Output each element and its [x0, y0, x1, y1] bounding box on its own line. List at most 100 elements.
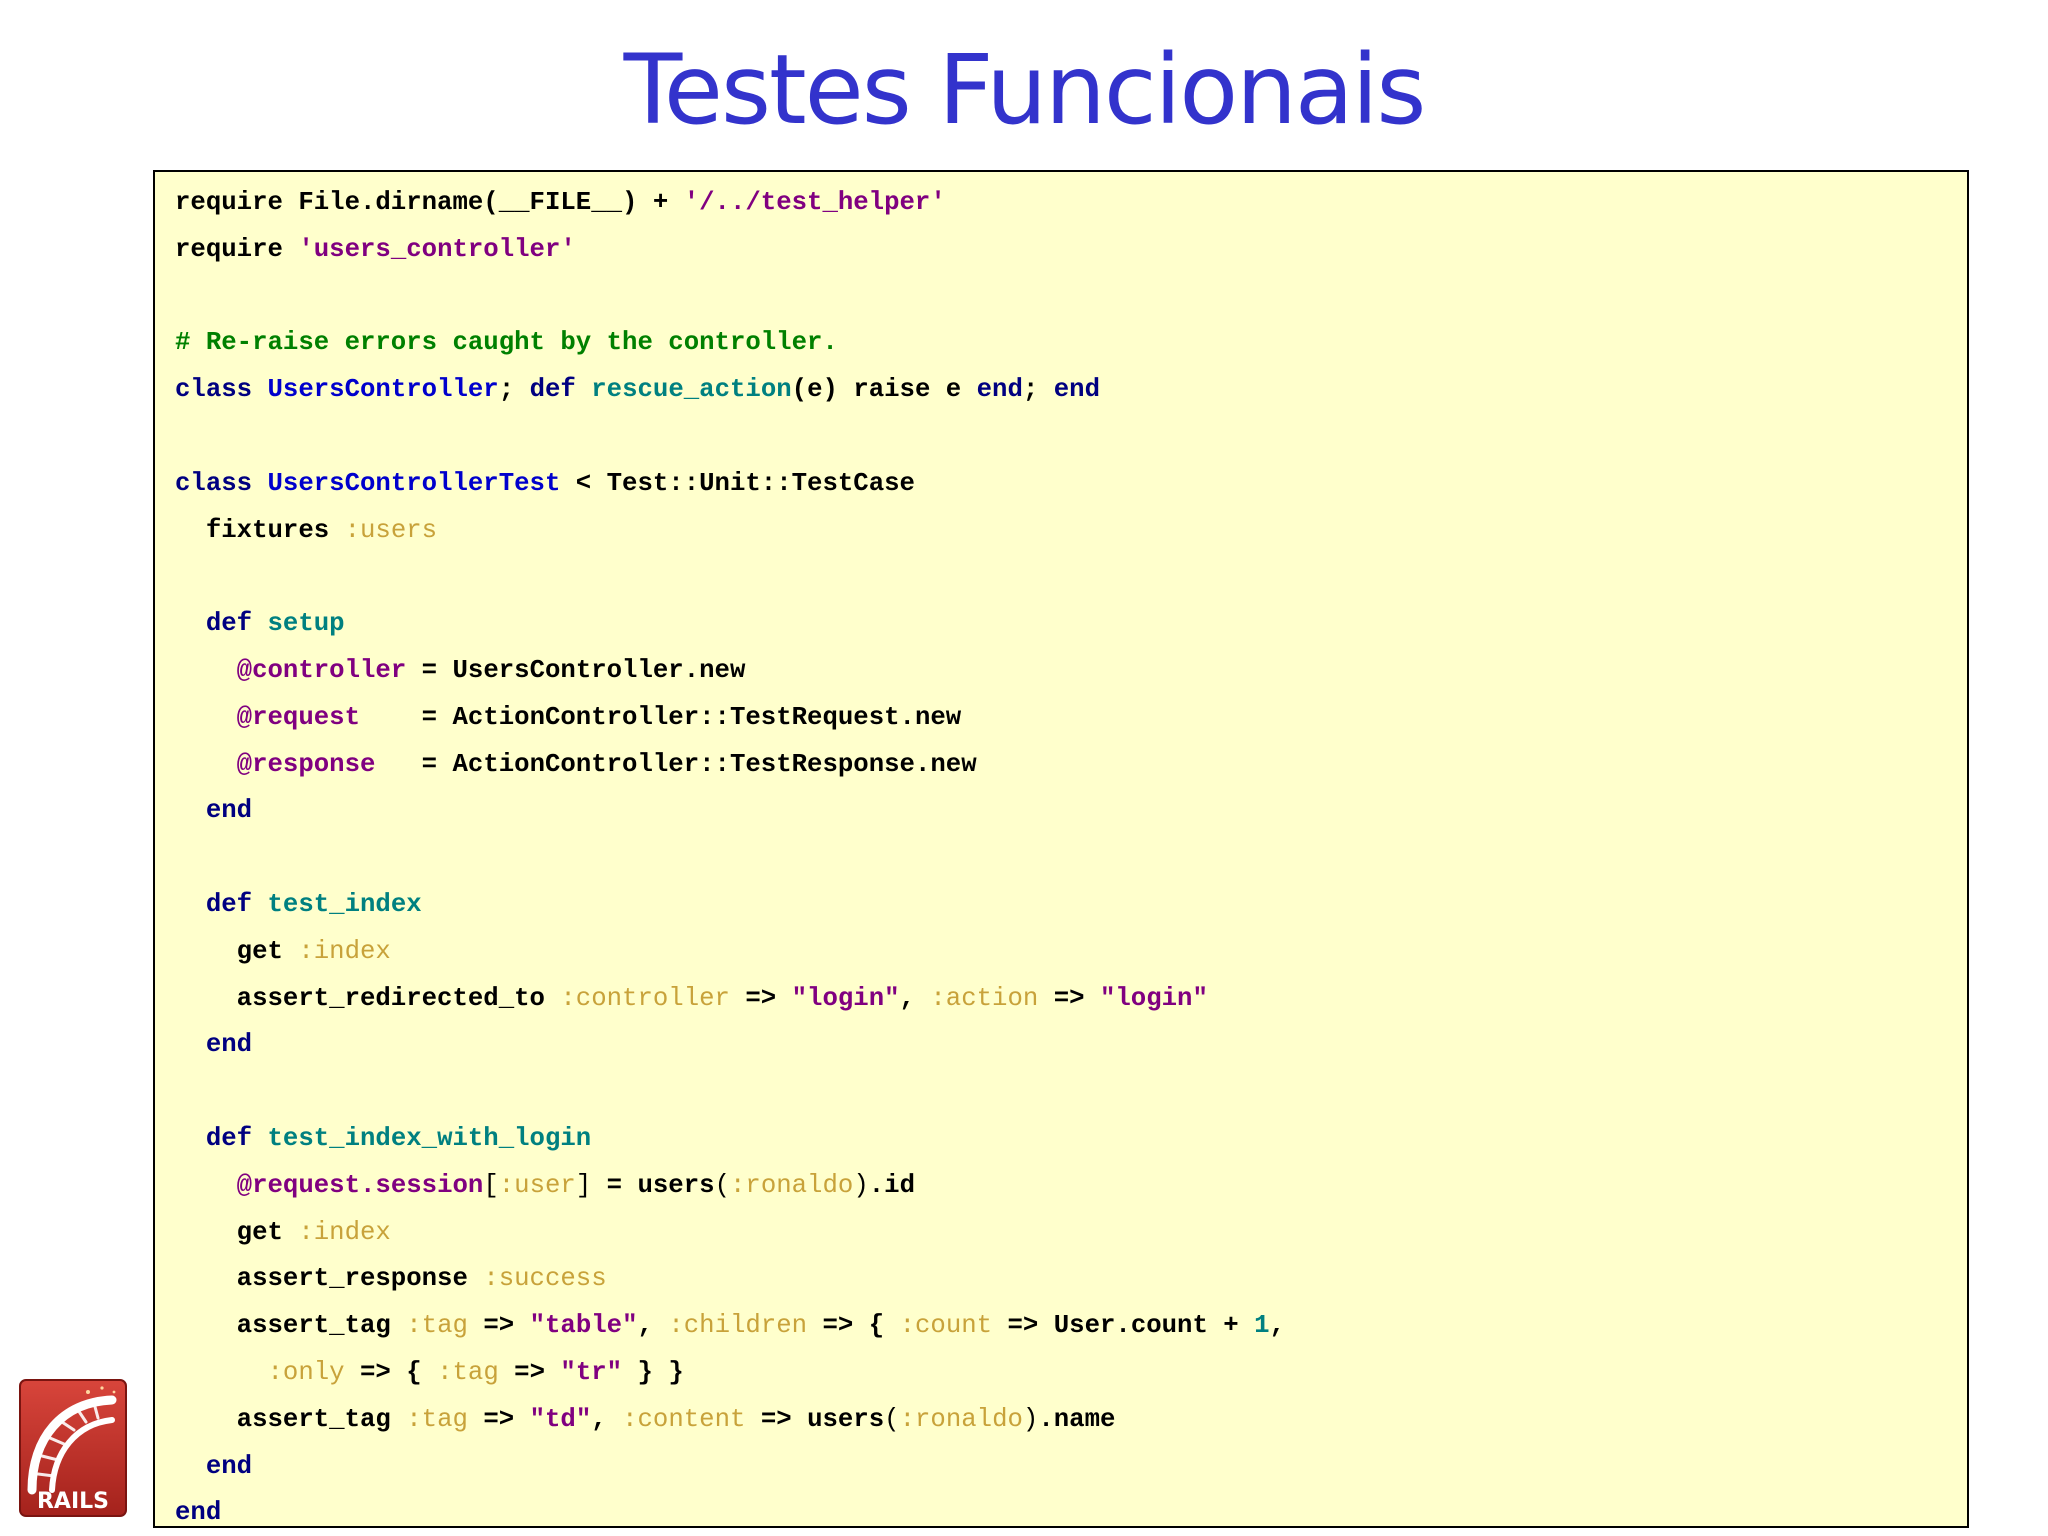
code-line: @response = ActionController::TestRespon… [175, 742, 1285, 789]
code-token-plain: , [1269, 1311, 1285, 1341]
code-token-ivar: @controller [236, 655, 407, 685]
code-token-symbol: :index [298, 936, 391, 966]
code-token-string: "tr" [560, 1357, 623, 1387]
code-token-plain: => [729, 983, 792, 1013]
code-token-plain: require File.dirname(__FILE__) + [175, 188, 684, 217]
code-line: def setup [175, 601, 1285, 648]
code-token-bracket: ( [884, 1404, 900, 1434]
code-token-plain: = users [591, 1170, 715, 1200]
code-token-string: "td" [529, 1404, 592, 1434]
code-line: @request.session[:user] = users(:ronaldo… [175, 1163, 1285, 1210]
code-line: require File.dirname(__FILE__) + '/../te… [175, 180, 1285, 227]
code-line: class UsersControllerTest < Test::Unit::… [175, 461, 1285, 508]
code-token-bracket: ] [575, 1170, 592, 1200]
code-token-symbol: :user [498, 1170, 576, 1200]
code-line: def test_index_with_login [175, 1116, 1285, 1163]
code-token-keyword: end [175, 1030, 253, 1060]
code-line: assert_response :success [175, 1256, 1285, 1303]
code-token-method: setup [267, 609, 345, 639]
code-token-plain: get [175, 936, 299, 966]
code-token-plain: < Test::Unit::TestCase [560, 468, 915, 498]
code-token-method: test_index [267, 889, 422, 919]
code-line: get :index [175, 929, 1285, 976]
code-line: @controller = UsersController.new [175, 648, 1285, 695]
code-token-keyword: class [175, 375, 268, 405]
code-token-constant: UsersControllerTest [267, 468, 561, 498]
code-token-plain: = UsersController.new [406, 655, 746, 685]
code-token-plain: .id [868, 1170, 915, 1200]
code-token-plain: => { [344, 1357, 438, 1387]
code-token-plain: => [498, 1357, 561, 1387]
code-line: end [175, 1444, 1285, 1491]
code-token-keyword: def [175, 609, 268, 639]
code-token-keyword: def [175, 1123, 268, 1153]
code-line: assert_tag :tag => "table", :children =>… [175, 1303, 1285, 1350]
code-token-keyword: class [175, 468, 268, 498]
code-line: assert_tag :tag => "td", :content => use… [175, 1397, 1285, 1444]
code-line: class UsersController; def rescue_action… [175, 367, 1285, 414]
code-token-plain: => User.count + [992, 1311, 1255, 1341]
code-token-plain: => [1038, 983, 1100, 1013]
code-line: @request = ActionController::TestRequest… [175, 695, 1285, 742]
code-line: assert_redirected_to :controller => "log… [175, 976, 1285, 1023]
rails-logo-icon: RAILS [19, 1379, 127, 1517]
code-token-ivar: @response [236, 749, 376, 779]
code-token-comment: # Re-raise errors caught by the controll… [175, 328, 838, 358]
code-token-string: '/../test_helper' [683, 188, 946, 217]
code-line: def test_index [175, 882, 1285, 929]
code-token-string: "login" [1099, 983, 1208, 1013]
code-token-ivar: @request [236, 702, 360, 732]
code-line: end [175, 1022, 1285, 1069]
code-token-plain: .name [1038, 1404, 1116, 1434]
code-token-method: test_index_with_login [267, 1123, 592, 1153]
code-token-symbol: :ronaldo [729, 1170, 854, 1200]
code-token-symbol: :tag [406, 1311, 468, 1341]
code-token-plain: => [467, 1311, 530, 1341]
code-token-plain: get [175, 1217, 299, 1247]
code-token-plain: , [591, 1404, 623, 1434]
code-token-plain: , [637, 1311, 669, 1341]
code-line: end [175, 1490, 1285, 1526]
code-token-symbol: :only [267, 1357, 345, 1387]
code-token-symbol: :count [899, 1311, 993, 1341]
code-token-bracket: [ [483, 1170, 499, 1200]
code-line: end [175, 788, 1285, 835]
code-token-symbol: :ronaldo [899, 1404, 1023, 1434]
code-token-bracket: ) [1022, 1404, 1039, 1434]
code-token-symbol: :tag [437, 1357, 499, 1387]
code-token-plain: assert_tag [175, 1311, 407, 1341]
code-token-method: rescue_action [591, 375, 792, 405]
code-token-plain: (e) raise e [791, 375, 977, 405]
code-token-string: "table" [529, 1311, 638, 1341]
code-token-symbol: :success [483, 1264, 607, 1294]
code-token-plain: = ActionController::TestResponse.new [375, 749, 977, 779]
code-token-string: 'users_controller' [298, 234, 576, 264]
code-token-keyword: def [529, 375, 592, 405]
code-token-bracket: ( [714, 1170, 730, 1200]
code-token-keyword: end [976, 375, 1023, 405]
code-token-plain: ; [498, 375, 530, 405]
code-token-plain: require [175, 234, 299, 264]
code-token-number: 1 [1254, 1311, 1270, 1341]
code-token-plain: => users [745, 1404, 885, 1434]
code-token-plain: assert_response [175, 1264, 484, 1294]
code-line: :only => { :tag => "tr" } } [175, 1350, 1285, 1397]
code-token-plain: , [899, 983, 931, 1013]
code-token-symbol: :index [298, 1217, 391, 1247]
code-line: get :index [175, 1210, 1285, 1257]
code-token-string: "login" [791, 983, 900, 1013]
code-token-ivar: @request.session [236, 1170, 484, 1200]
code-token-symbol: :content [622, 1404, 746, 1434]
code-token-plain: => { [807, 1311, 900, 1341]
code-token-symbol: :controller [560, 983, 730, 1013]
code-line: fixtures :users [175, 508, 1285, 555]
